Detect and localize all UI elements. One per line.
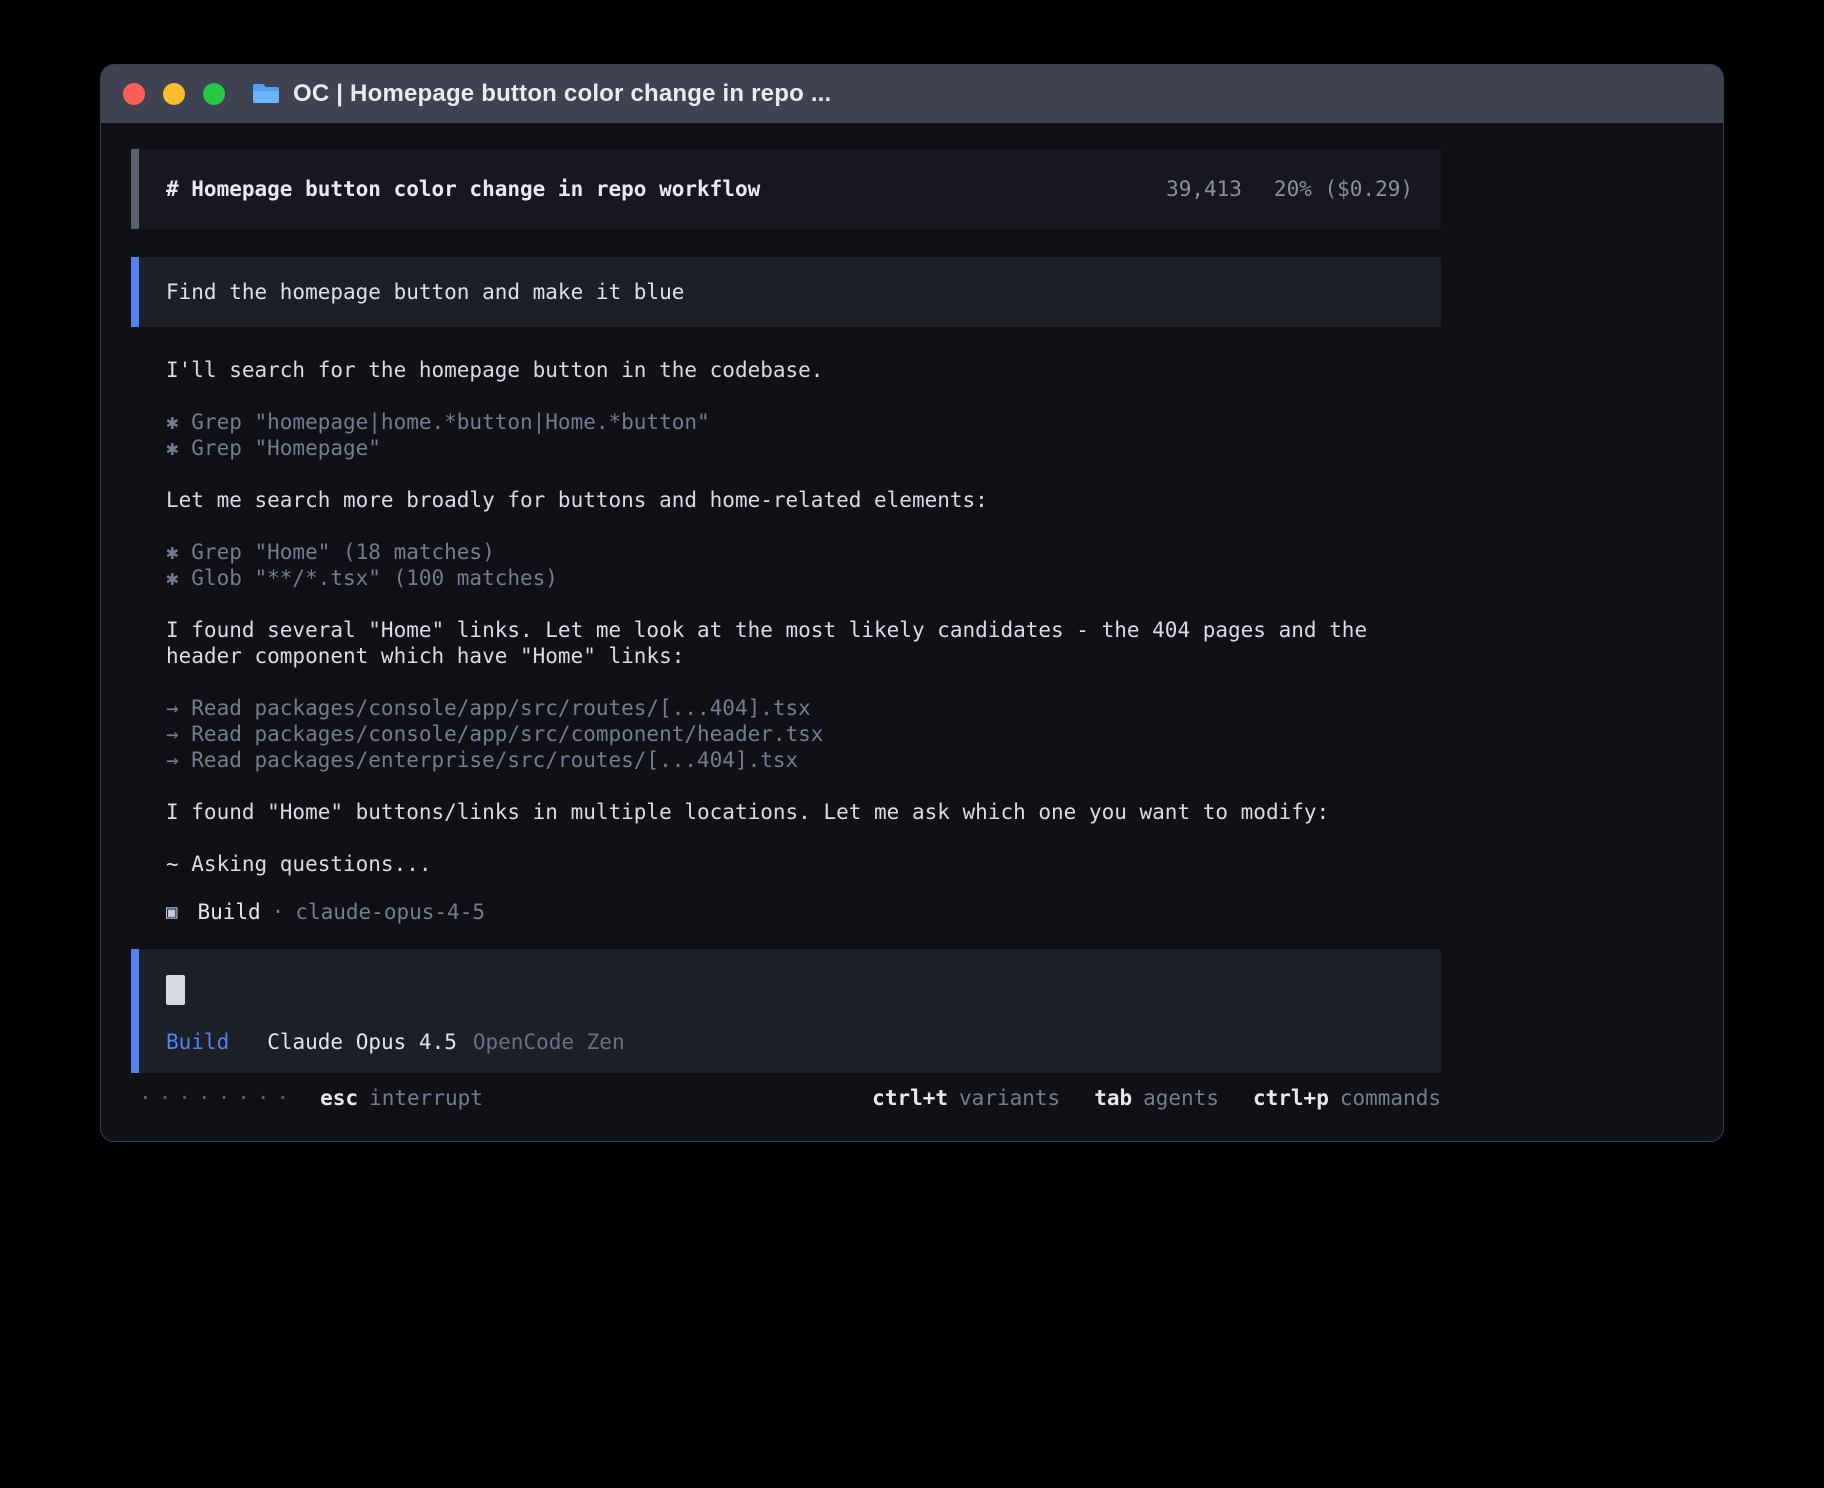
assistant-text-line: I found "Home" buttons/links in multiple… [166,799,1401,825]
hint-interrupt: esc interrupt [320,1085,483,1111]
tool-call-line: ✱ Grep "Homepage" [166,435,1401,461]
transcript: I'll search for the homepage button in t… [166,357,1401,877]
close-button[interactable] [123,83,145,105]
prompt-input[interactable]: Build Claude Opus 4.5 OpenCode Zen [131,949,1441,1073]
commands-label: commands [1340,1085,1441,1111]
zoom-button[interactable] [203,83,225,105]
agent-separator: · [272,899,285,925]
session-title: # Homepage button color change in repo w… [166,177,760,201]
spinner-dots: ········ [139,1085,296,1111]
ctrl-p-key: ctrl+p [1253,1085,1329,1111]
minimize-button[interactable] [163,83,185,105]
transcript-spacer [166,825,1401,851]
user-message: Find the homepage button and make it blu… [131,257,1441,327]
ctrl-t-key: ctrl+t [872,1085,948,1111]
transcript-spacer [166,669,1401,695]
assistant-text-line: I found several "Home" links. Let me loo… [166,617,1401,669]
tab-key: tab [1094,1085,1132,1111]
assistant-text-line: I'll search for the homepage button in t… [166,357,1401,383]
tool-call-line: → Read packages/enterprise/src/routes/[.… [166,747,1401,773]
assistant-text-line: ~ Asking questions... [166,851,1401,877]
input-meta: Build Claude Opus 4.5 OpenCode Zen [166,1029,1414,1055]
titlebar: OC | Homepage button color change in rep… [101,65,1723,123]
transcript-spacer [166,773,1401,799]
transcript-spacer [166,513,1401,539]
tool-call-line: ✱ Grep "homepage|home.*button|Home.*butt… [166,409,1401,435]
agent-model: claude-opus-4-5 [295,899,485,925]
session-header: # Homepage button color change in repo w… [131,149,1441,229]
token-count: 39,413 [1166,177,1242,201]
esc-label: interrupt [369,1085,483,1111]
text-cursor [166,975,185,1005]
agent-name: Build [197,899,260,925]
terminal-window: OC | Homepage button color change in rep… [100,64,1724,1142]
model-name: Claude Opus 4.5 [267,1029,457,1055]
tool-call-line: → Read packages/console/app/src/routes/[… [166,695,1401,721]
variants-label: variants [959,1085,1060,1111]
hint-commands: ctrl+p commands [1253,1085,1441,1111]
status-bar: ········ esc interrupt ctrl+t variants t… [131,1085,1441,1111]
context-usage: 20% ($0.29) [1274,177,1413,201]
traffic-lights [123,83,225,105]
agent-status-line: ▣ Build · claude-opus-4-5 [166,899,1723,925]
agent-icon: ▣ [166,899,177,925]
transcript-spacer [166,591,1401,617]
window-title: OC | Homepage button color change in rep… [293,80,831,108]
status-left: ········ esc interrupt [131,1085,483,1111]
mode-indicator: Build [166,1029,229,1055]
user-message-text: Find the homepage button and make it blu… [166,280,684,304]
tool-call-line: ✱ Grep "Home" (18 matches) [166,539,1401,565]
hint-variants: ctrl+t variants [872,1085,1060,1111]
terminal-content: # Homepage button color change in repo w… [101,149,1723,1111]
status-right: ctrl+t variants tab agents ctrl+p comman… [872,1085,1441,1111]
transcript-spacer [166,383,1401,409]
provider-name: OpenCode Zen [473,1029,625,1055]
tool-call-line: ✱ Glob "**/*.tsx" (100 matches) [166,565,1401,591]
agents-label: agents [1143,1085,1219,1111]
hint-agents: tab agents [1094,1085,1219,1111]
esc-key: esc [320,1085,358,1111]
transcript-spacer [166,461,1401,487]
tool-call-line: → Read packages/console/app/src/componen… [166,721,1401,747]
session-stats: 39,413 20% ($0.29) [1166,177,1413,201]
folder-icon [251,82,281,106]
assistant-text-line: Let me search more broadly for buttons a… [166,487,1401,513]
